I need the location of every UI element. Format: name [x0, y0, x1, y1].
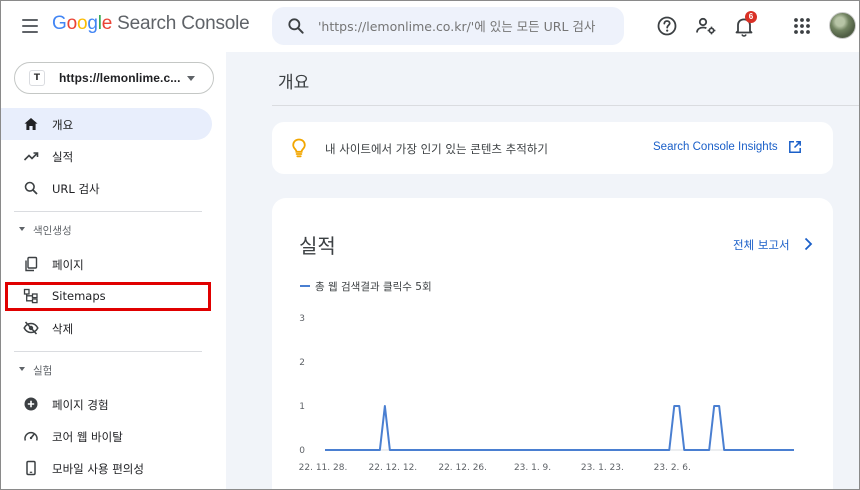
sidebar-item-performance[interactable]: 실적	[0, 140, 212, 172]
search-console-insights-link[interactable]: Search Console Insights	[653, 141, 778, 153]
main-content: 개요 내 사이트에서 가장 인기 있는 콘텐츠 추적하기 Search Cons…	[226, 52, 860, 490]
section-experience[interactable]: 실험	[0, 359, 212, 383]
manage-account-icon[interactable]	[694, 14, 718, 38]
home-icon	[24, 118, 38, 130]
sidebar-item-sitemaps[interactable]: Sitemaps	[0, 280, 212, 312]
caret-down-icon	[187, 76, 195, 81]
account-avatar[interactable]	[829, 12, 856, 39]
sidebar-divider	[14, 351, 202, 352]
product-name: Search Console	[117, 13, 250, 34]
top-bar: GoogleSearch Console 6	[0, 0, 860, 52]
hamburger-icon[interactable]	[20, 16, 40, 36]
lightbulb-icon	[292, 138, 306, 158]
insights-text: 내 사이트에서 가장 인기 있는 콘텐츠 추적하기	[325, 142, 548, 156]
sidebar: T https://lemonlime.c... 개요 실적 URL 검사 색인…	[0, 52, 226, 490]
sidebar-item-overview[interactable]: 개요	[0, 108, 212, 140]
page-title: 개요	[278, 73, 310, 93]
series-line-clicks[interactable]	[325, 405, 794, 451]
section-indexing[interactable]: 색인생성	[0, 219, 212, 243]
search-input[interactable]	[318, 16, 608, 36]
sidebar-item-pages[interactable]: 페이지	[0, 248, 212, 280]
search-icon[interactable]	[286, 16, 306, 36]
apps-grid-icon[interactable]	[790, 14, 814, 38]
pages-icon	[25, 256, 38, 272]
sidebar-item-url-inspection[interactable]: URL 검사	[0, 172, 212, 204]
visibility-off-icon	[23, 321, 39, 335]
caret-down-icon	[19, 367, 25, 371]
sidebar-item-removals[interactable]: 삭제	[0, 312, 212, 344]
y-tick-label: 3	[299, 314, 305, 324]
speedometer-icon	[24, 431, 38, 441]
notification-badge: 6	[745, 11, 757, 23]
search-icon	[24, 181, 38, 195]
insights-card: 내 사이트에서 가장 인기 있는 콘텐츠 추적하기 Search Console…	[272, 122, 833, 174]
x-tick-label: 23. 1. 23.	[581, 463, 624, 473]
x-tick-label: 23. 1. 9.	[514, 463, 551, 473]
url-inspection-search[interactable]	[272, 7, 624, 45]
sidebar-item-page-experience[interactable]: 페이지 경험	[0, 388, 212, 420]
sidebar-item-core-web-vitals[interactable]: 코어 웹 바이탈	[0, 420, 212, 452]
sidebar-divider	[14, 211, 202, 212]
clicks-line-chart[interactable]: 0 1 2 3 22. 11. 28. 22. 12. 12. 22. 12. 26. 23.…	[272, 198, 833, 490]
property-name: https://lemonlime.c...	[59, 71, 181, 85]
y-tick-label: 2	[299, 358, 305, 368]
y-tick-label: 1	[299, 402, 305, 412]
plus-circle-icon	[24, 397, 38, 411]
x-tick-label: 22. 12. 26.	[438, 463, 487, 473]
sidebar-item-mobile-usability[interactable]: 모바일 사용 편의성	[0, 452, 212, 484]
property-favicon: T	[29, 70, 45, 86]
title-divider	[272, 105, 860, 106]
property-selector[interactable]: T https://lemonlime.c...	[14, 62, 214, 94]
open-in-new-icon[interactable]	[788, 140, 802, 154]
x-tick-label: 22. 12. 12.	[369, 463, 418, 473]
help-icon[interactable]	[655, 14, 679, 38]
performance-card: 실적 전체 보고서 총 웹 검색결과 클릭수 5회 0 1 2 3 22. 11. 28…	[272, 198, 833, 490]
y-tick-label: 0	[299, 446, 305, 456]
x-tick-label: 22. 11. 28.	[299, 463, 348, 473]
app-logo[interactable]: Google Search Console	[52, 13, 250, 35]
sitemap-icon	[23, 288, 38, 304]
caret-down-icon	[19, 227, 25, 231]
x-tick-label: 23. 2. 6.	[654, 463, 691, 473]
smartphone-icon	[26, 460, 36, 476]
trending-up-icon	[23, 152, 39, 161]
